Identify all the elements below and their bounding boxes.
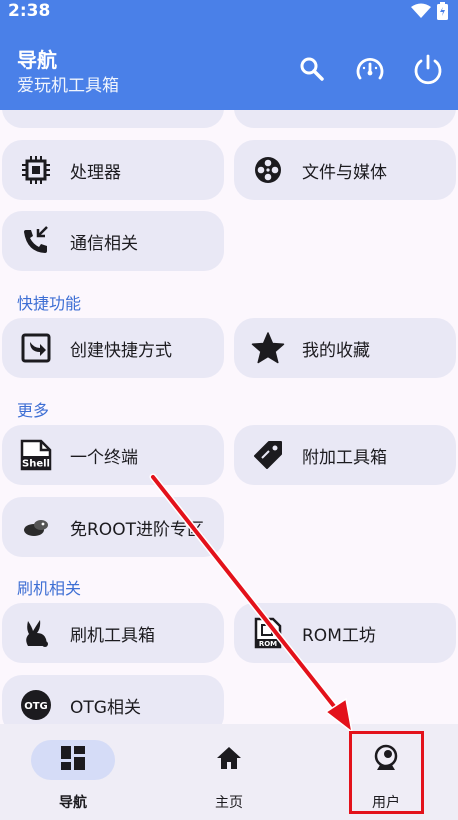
annotation-highlight-box bbox=[349, 731, 424, 814]
annotation-arrow bbox=[149, 473, 354, 734]
